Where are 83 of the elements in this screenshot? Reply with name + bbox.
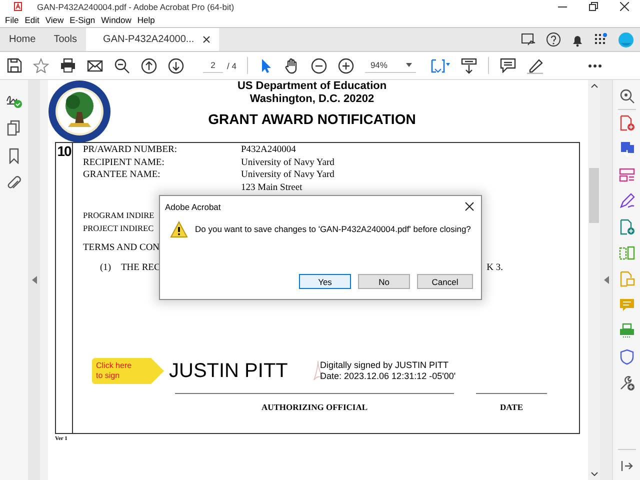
scroll-up-icon[interactable] xyxy=(590,84,598,88)
zoom-field[interactable]: 94% xyxy=(365,58,416,73)
field-value: P432A240004 xyxy=(241,144,296,156)
signature-detail: Digitally signed by JUSTIN PITT xyxy=(320,360,450,371)
dialog-title: Adobe Acrobat xyxy=(165,202,221,212)
menu-item[interactable]: Window xyxy=(98,15,134,25)
zoom-out-icon[interactable] xyxy=(311,58,328,74)
menu-item[interactable]: E-Sign xyxy=(66,15,98,25)
close-icon[interactable] xyxy=(203,36,210,43)
help-icon[interactable] xyxy=(546,32,561,47)
scroll-mode-icon[interactable] xyxy=(461,58,478,74)
scrollbar-thumb[interactable] xyxy=(589,168,599,222)
page-count: / 4 xyxy=(227,60,236,70)
caret-icon xyxy=(406,63,412,67)
dialog-message: Do you want to save changes to 'GAN-P432A240004.pdf' before closing? xyxy=(195,224,471,234)
close-icon[interactable] xyxy=(465,202,474,211)
menu-item[interactable]: Edit xyxy=(22,15,42,25)
agency-name: US Department of Education xyxy=(237,80,387,93)
combine-pages-icon[interactable] xyxy=(618,245,634,261)
pointer-icon[interactable] xyxy=(259,58,274,74)
address-line: 123 Main Street xyxy=(241,182,302,194)
close-icon[interactable] xyxy=(620,2,629,11)
search-document-icon[interactable] xyxy=(618,88,634,104)
section-heading: TERMS AND CON xyxy=(83,242,160,255)
collapse-right-panel-icon[interactable] xyxy=(604,276,608,284)
sign-here-tag[interactable]: Click here to sign xyxy=(92,358,164,384)
agency-address: Washington, D.C. 20202 xyxy=(250,93,374,106)
field-label: RECIPIENT NAME: xyxy=(83,156,166,169)
save-icon[interactable] xyxy=(7,58,22,73)
edit-layout-icon[interactable] xyxy=(618,167,634,183)
dialog-button[interactable]: Yes xyxy=(299,274,351,289)
signature-label: AUTHORIZING OFFICIAL xyxy=(260,402,369,412)
scanner-icon[interactable] xyxy=(618,323,634,339)
field-label: GRANTEE NAME: xyxy=(83,169,162,182)
comment-icon[interactable] xyxy=(500,58,516,73)
zoom-search-icon[interactable] xyxy=(114,58,130,74)
more-icon[interactable] xyxy=(588,64,602,68)
menu-item[interactable]: View xyxy=(42,15,67,25)
document-title: GRANT AWARD NOTIFICATION xyxy=(208,111,416,127)
signature-detail: Date: 2023.12.06 12:31:12 -05'00' xyxy=(320,371,456,382)
mail-icon[interactable] xyxy=(87,60,103,72)
shield-icon[interactable] xyxy=(618,349,634,365)
page-up-icon[interactable] xyxy=(141,58,157,74)
export-pdf-icon[interactable] xyxy=(618,141,634,157)
menu-item[interactable]: Help xyxy=(134,15,158,25)
signer-name: JUSTIN PITT xyxy=(169,360,289,382)
field-value: University of Navy Yard xyxy=(241,156,334,169)
add-document-icon[interactable] xyxy=(618,219,634,235)
tab[interactable]: Home xyxy=(0,28,45,51)
page-down-icon[interactable] xyxy=(168,58,184,74)
term-text: K 3. xyxy=(486,262,503,275)
page-number-field[interactable]: 2 xyxy=(203,58,223,73)
field-label: PR/AWARD NUMBER: xyxy=(83,144,178,156)
restore-icon[interactable] xyxy=(589,2,598,11)
dialog-button[interactable]: No xyxy=(358,274,410,289)
field-value: University of Navy Yard xyxy=(241,169,334,182)
zoom-in-icon[interactable] xyxy=(338,58,354,74)
field-label: PROGRAM INDIRE xyxy=(83,210,154,222)
apps-grid-icon[interactable] xyxy=(594,32,608,46)
sign-pen-icon[interactable] xyxy=(618,193,634,209)
window-title: GAN-P432A240004.pdf - Adobe Acrobat Pro (64-bit) xyxy=(37,2,236,12)
highlight-pen-icon[interactable] xyxy=(527,58,544,74)
signature-label: DATE xyxy=(499,402,524,412)
print-icon[interactable] xyxy=(60,58,76,73)
star-icon[interactable] xyxy=(33,58,49,73)
field-label: PROJECT INDIREC xyxy=(83,223,154,235)
expand-panel-icon[interactable] xyxy=(620,460,632,472)
term-number: (1) xyxy=(100,262,112,275)
create-pdf-icon[interactable] xyxy=(618,115,634,131)
avatar-icon[interactable] xyxy=(618,32,634,48)
box-number: 10 xyxy=(56,143,73,433)
menu-item[interactable]: File xyxy=(2,15,22,25)
share-screen-icon[interactable] xyxy=(521,33,536,46)
tab[interactable]: Tools xyxy=(44,28,86,51)
fit-page-icon[interactable] xyxy=(430,58,450,74)
pages-icon[interactable] xyxy=(7,120,21,136)
bookmark-icon[interactable] xyxy=(8,148,20,164)
wrench-add-icon[interactable] xyxy=(618,375,634,391)
term-text: THE REC xyxy=(121,262,160,275)
dialog-button[interactable]: Cancel xyxy=(417,274,473,289)
collapse-left-icon[interactable] xyxy=(32,276,36,284)
scroll-down-icon[interactable] xyxy=(590,472,598,476)
warning-icon xyxy=(170,221,188,238)
